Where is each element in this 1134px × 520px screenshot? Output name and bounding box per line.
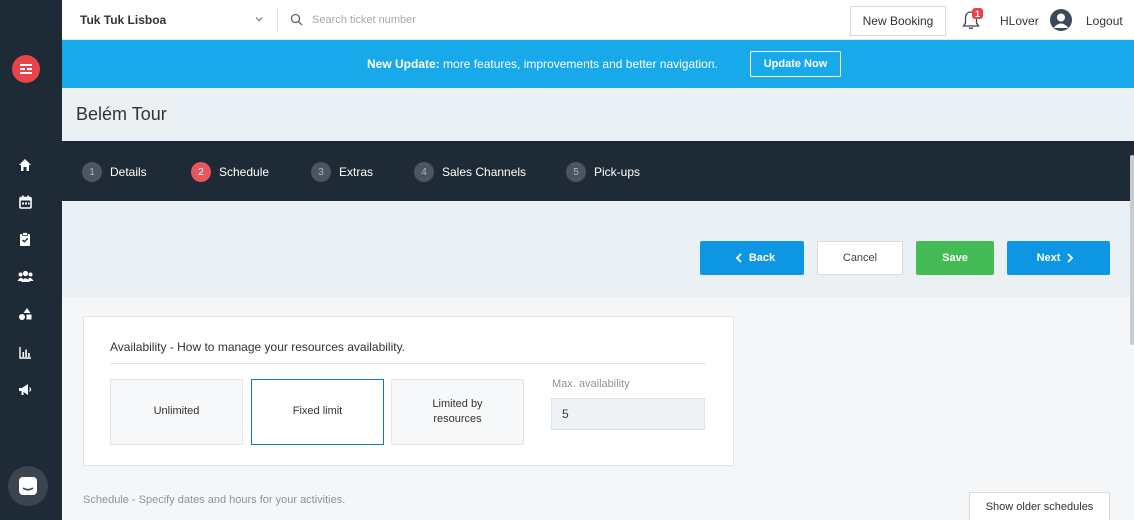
step-sales-channels[interactable]: 4 Sales Channels xyxy=(414,162,526,182)
chevron-down-icon[interactable] xyxy=(254,14,264,24)
chevron-left-icon xyxy=(735,253,742,263)
avatar[interactable] xyxy=(1050,9,1072,31)
topbar-divider xyxy=(277,8,278,32)
company-selector[interactable]: Tuk Tuk Lisboa xyxy=(80,13,166,27)
option-label: Unlimited xyxy=(153,405,200,418)
back-button[interactable]: Back xyxy=(700,241,804,275)
step-details[interactable]: 1 Details xyxy=(82,162,147,182)
step-number: 1 xyxy=(82,162,102,182)
availability-title: Availability - How to manage your resour… xyxy=(110,340,406,354)
search-icon xyxy=(290,13,303,26)
calendar-icon[interactable] xyxy=(14,191,36,213)
option-label: Limited by resources xyxy=(432,397,483,425)
step-pick-ups[interactable]: 5 Pick-ups xyxy=(566,162,640,182)
new-booking-button[interactable]: New Booking xyxy=(850,6,946,36)
sidebar xyxy=(0,0,62,520)
banner-bold: New Update: xyxy=(367,57,440,71)
logout-link[interactable]: Logout xyxy=(1086,14,1123,28)
step-number: 2 xyxy=(191,162,211,182)
shapes-icon[interactable] xyxy=(14,303,36,325)
max-availability-label: Max. availability xyxy=(552,378,630,390)
update-banner: New Update: more features, improvements … xyxy=(62,40,1134,88)
schedule-description: Schedule - Specify dates and hours for y… xyxy=(83,494,346,506)
next-button[interactable]: Next xyxy=(1007,241,1110,275)
availability-option-limited-by-resources[interactable]: Limited by resources xyxy=(391,379,524,445)
show-older-schedules-button[interactable]: Show older schedules xyxy=(969,492,1110,520)
cancel-button[interactable]: Cancel xyxy=(817,241,903,275)
step-label: Schedule xyxy=(219,165,270,179)
chart-icon[interactable] xyxy=(14,341,36,363)
max-availability-input[interactable] xyxy=(551,398,705,430)
step-schedule[interactable]: 2 Schedule xyxy=(191,162,269,182)
username[interactable]: HLover xyxy=(1000,14,1039,28)
step-number: 4 xyxy=(414,162,434,182)
top-bar: Tuk Tuk Lisboa New Booking 1 HLover Logo… xyxy=(62,0,1134,40)
divider xyxy=(110,363,706,364)
back-label: Back xyxy=(748,252,776,264)
wizard-stepper: 1 Details 2 Schedule 3 Extras 4 Sales Ch… xyxy=(62,141,1134,201)
next-label: Next xyxy=(1036,252,1061,264)
availability-card: Availability - How to manage your resour… xyxy=(83,316,734,466)
step-label: Sales Channels xyxy=(442,165,527,179)
page-title: Belém Tour xyxy=(76,104,167,124)
home-icon[interactable] xyxy=(14,154,36,176)
notification-badge: 1 xyxy=(972,8,983,19)
availability-option-unlimited[interactable]: Unlimited xyxy=(110,379,243,445)
clipboard-icon[interactable] xyxy=(14,228,36,250)
chat-launcher-button[interactable] xyxy=(8,466,48,506)
availability-option-fixed-limit[interactable]: Fixed limit xyxy=(251,379,384,445)
save-button[interactable]: Save xyxy=(916,241,994,275)
chevron-right-icon xyxy=(1067,253,1074,263)
megaphone-icon[interactable] xyxy=(14,378,36,400)
search-input[interactable] xyxy=(312,10,612,30)
scrollbar-thumb[interactable] xyxy=(1130,155,1134,345)
step-extras[interactable]: 3 Extras xyxy=(311,162,373,182)
step-label: Extras xyxy=(339,165,374,179)
step-label: Details xyxy=(110,165,147,179)
logo-icon[interactable] xyxy=(12,55,40,83)
users-icon[interactable] xyxy=(14,265,36,287)
update-now-button[interactable]: Update Now xyxy=(750,51,841,77)
step-label: Pick-ups xyxy=(594,165,641,179)
step-number: 5 xyxy=(566,162,586,182)
banner-message: New Update: more features, improvements … xyxy=(367,57,718,71)
option-label: Fixed limit xyxy=(292,405,343,418)
notifications-button[interactable]: 1 xyxy=(960,8,984,31)
user-avatar-icon xyxy=(1053,13,1069,28)
banner-text: more features, improvements and better n… xyxy=(439,57,718,71)
step-number: 3 xyxy=(311,162,331,182)
chat-icon xyxy=(19,477,37,495)
